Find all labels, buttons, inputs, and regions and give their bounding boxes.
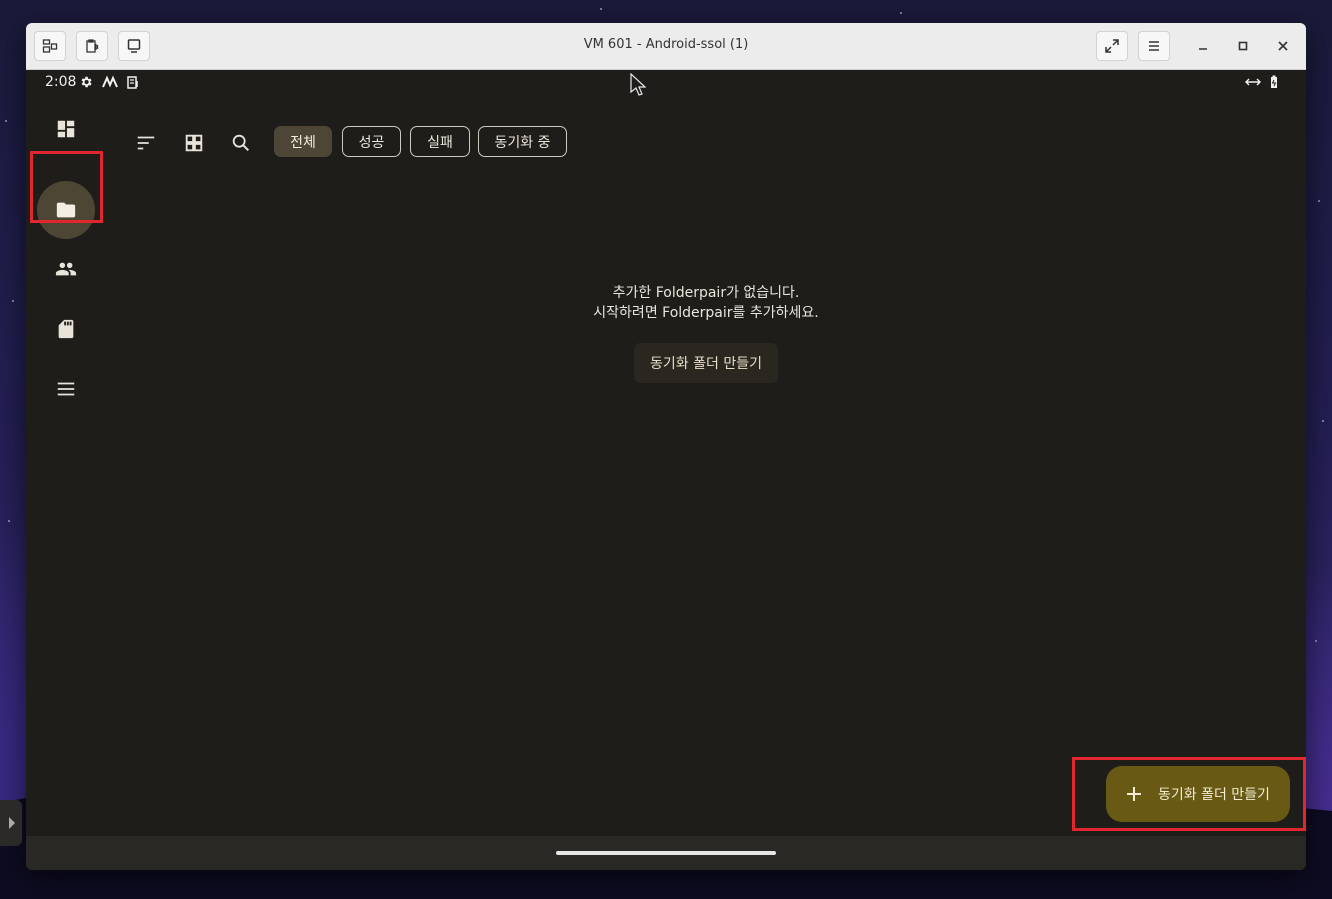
empty-line-1: 추가한 Folderpair가 없습니다. <box>612 285 800 301</box>
sd-card-icon <box>58 319 74 339</box>
star <box>5 120 7 122</box>
star <box>8 520 10 522</box>
clipboard-icon <box>127 76 138 89</box>
grid-view-icon <box>185 134 203 152</box>
maximize-button[interactable] <box>1228 31 1258 61</box>
status-time: 2:08 <box>45 74 77 90</box>
status-bar: 2:08 <box>26 70 1306 94</box>
swap-arrows-icon <box>1245 78 1261 86</box>
window-titlebar[interactable]: VM 601 - Android-ssol (1) <box>26 23 1306 70</box>
folder-icon <box>56 202 76 218</box>
star <box>900 12 902 14</box>
filter-chip-success[interactable]: 성공 <box>342 126 401 157</box>
window-menu-button[interactable] <box>1138 31 1170 61</box>
maximize-icon <box>1238 41 1248 51</box>
vm-window: VM 601 - Android-ssol (1) 2:08 전체 성공 실패 … <box>26 23 1306 870</box>
android-screen: 2:08 전체 성공 실패 동기화 중 추가한 Folderpair가 없습니다… <box>26 70 1306 870</box>
hamburger-icon <box>1149 41 1159 51</box>
nav-dashboard[interactable] <box>37 100 95 158</box>
minimize-icon <box>1199 48 1207 50</box>
dashboard-icon <box>57 120 75 138</box>
close-icon <box>1278 41 1288 51</box>
nav-storage[interactable] <box>37 300 95 358</box>
gear-icon <box>81 76 92 88</box>
side-panel-handle[interactable] <box>0 800 22 846</box>
close-button[interactable] <box>1268 31 1298 61</box>
filter-chip-syncing[interactable]: 동기화 중 <box>478 126 567 157</box>
sort-button[interactable] <box>134 131 158 155</box>
search-button[interactable] <box>229 131 253 155</box>
fab-label: 동기화 폴더 만들기 <box>1158 787 1270 803</box>
battery-icon <box>1271 75 1277 88</box>
star <box>1322 420 1324 422</box>
play-arrow-icon <box>9 817 15 829</box>
expand-icon <box>1105 39 1119 53</box>
empty-line-2: 시작하려면 Folderpair를 추가하세요. <box>593 305 819 321</box>
star <box>12 300 14 302</box>
menu-icon <box>57 382 75 396</box>
filter-chip-label: 실패 <box>427 134 453 151</box>
star <box>1315 640 1317 642</box>
sort-icon <box>137 136 155 150</box>
nav-folders[interactable] <box>37 181 95 239</box>
create-sync-folder-button[interactable]: 동기화 폴더 만들기 <box>634 343 778 383</box>
signal-m-icon <box>102 75 118 88</box>
home-gesture-bar[interactable] <box>556 851 776 855</box>
plus-icon <box>1127 787 1141 801</box>
mouse-cursor-icon <box>630 73 646 96</box>
nav-accounts[interactable] <box>37 240 95 298</box>
filter-chip-label: 동기화 중 <box>494 134 551 151</box>
filter-chip-label: 전체 <box>290 134 316 151</box>
filter-chip-failed[interactable]: 실패 <box>410 126 470 157</box>
empty-state-message: 추가한 Folderpair가 없습니다. 시작하려면 Folderpair를 … <box>466 283 946 323</box>
star <box>600 8 602 10</box>
filter-chip-label: 성공 <box>358 134 385 151</box>
minimize-button[interactable] <box>1188 31 1218 61</box>
grid-view-button[interactable] <box>182 131 206 155</box>
create-sync-folder-fab[interactable]: 동기화 폴더 만들기 <box>1106 766 1290 822</box>
nav-menu[interactable] <box>37 360 95 418</box>
gesture-nav-area <box>26 836 1306 870</box>
star <box>1318 200 1320 202</box>
fullscreen-button[interactable] <box>1096 31 1128 61</box>
search-icon <box>232 134 250 152</box>
people-icon <box>55 262 77 276</box>
filter-chip-all[interactable]: 전체 <box>274 126 332 157</box>
